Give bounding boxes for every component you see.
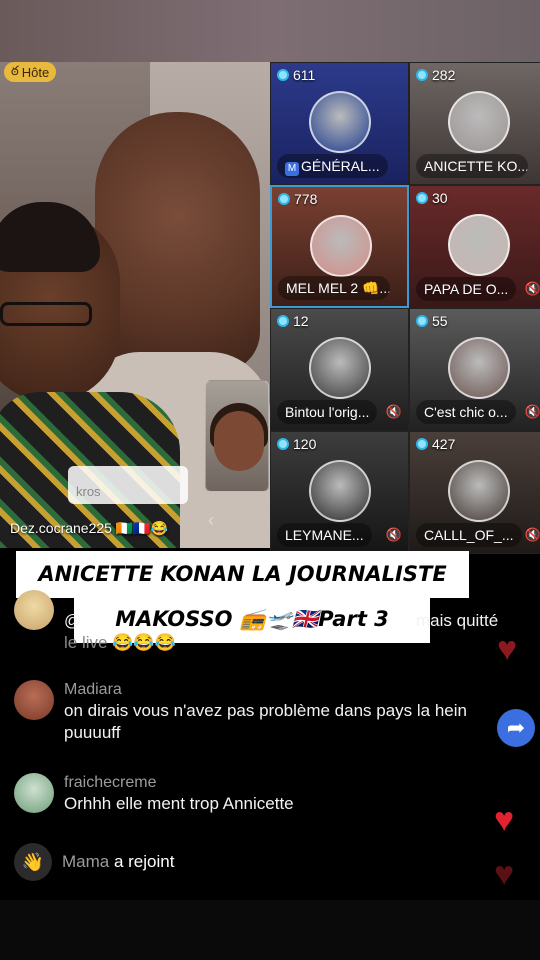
coin-icon [416,69,428,81]
viewer-count: 120 [277,436,316,452]
guest-avatar [448,91,510,153]
name-pill: kros [68,466,188,504]
heart-icon[interactable]: ♥ [494,803,514,837]
guest-name-label: PAPA DE O... [416,277,517,301]
guest-name-label: LEYMANE... [277,523,372,547]
top-bar [0,0,540,62]
pip-face [214,411,264,471]
comment-text-line2: le live 😂😂😂 [64,633,176,652]
guest-tile[interactable]: 55 C'est chic o... 🔇 [409,308,540,431]
guest-name-label: M GÉNÉRAL... [277,154,388,178]
level-badge: M [285,162,299,176]
pill-text: kros [76,484,101,499]
comment-text-end: mais quitté [416,611,499,630]
guest-avatar [448,337,510,399]
guest-avatar [309,337,371,399]
viewer-count: 282 [416,67,455,83]
guest-name: Bintou l'orig... [285,404,370,420]
mic-off-icon: 🔇 [524,527,540,542]
guest-avatar [309,91,371,153]
guest-name: MEL MEL 2 👊... [286,280,390,296]
guest-tile[interactable]: 427 CALLL_OF_... 🔇 [409,431,540,554]
guest-name: CALLL_OF_... [424,527,514,543]
guest-avatar [448,460,510,522]
guest-name: PAPA DE O... [424,281,509,297]
heart-icon[interactable]: ♥ [494,857,514,891]
comment-text: on dirais vous n'avez pas problème dans … [64,701,467,742]
guest-tile[interactable]: 282 ANICETTE KO... [409,62,540,185]
guest-tile[interactable]: 120 LEYMANE... 🔇 [270,431,409,554]
comment-item: Madiara on dirais vous n'avez pas problè… [14,680,494,744]
guest-tile[interactable]: 778 MEL MEL 2 👊... [270,185,409,308]
coin-icon [416,192,428,204]
guest-tile[interactable]: 12 Bintou l'orig... 🔇 [270,308,409,431]
guest-avatar [448,214,510,276]
guest-name: GÉNÉRAL... [301,158,380,174]
guest-name-label: ANICETTE KO... [416,154,528,178]
comment-item: fraichecreme Orhhh elle ment trop Annice… [14,773,494,815]
cohost-hair [0,202,100,272]
guest-tile[interactable]: 30 PAPA DE O... 🔇 [409,185,540,308]
guest-tile[interactable]: 611 M GÉNÉRAL... [270,62,409,185]
host-icon: ఠ [11,62,19,78]
comment-user: fraichecreme [64,774,157,791]
comment-user: Madiara [64,681,122,698]
coin-icon [416,438,428,450]
guest-name-label: Bintou l'orig... [277,400,378,424]
coin-icon [277,315,289,327]
guest-avatar [309,460,371,522]
guest-name-label: CALLL_OF_... [416,523,522,547]
viewer-count: 30 [416,190,448,206]
guest-name-label: C'est chic o... [416,400,516,424]
avatar [14,680,54,720]
avatar [14,773,54,813]
glasses [0,302,92,326]
mic-off-icon: 🔇 [385,527,402,542]
viewer-count-value: 55 [432,313,448,329]
join-notice: 👋 Mama a rejoint [14,843,174,881]
viewer-count-value: 12 [293,313,309,329]
host-badge: ఠ Hôte [4,62,57,82]
viewer-count: 427 [416,436,455,452]
coin-icon [277,438,289,450]
viewer-count-value: 611 [293,67,316,83]
guest-name: C'est chic o... [424,404,508,420]
comment-text-start: @ [64,611,82,630]
guest-name: LEYMANE... [285,527,364,543]
viewer-count: 778 [278,191,317,207]
viewer-count-value: 427 [432,436,456,452]
comment-text: Orhhh elle ment trop Annicette [64,794,294,813]
viewer-count: 12 [277,313,309,329]
mic-off-icon: 🔇 [524,404,540,419]
join-text: a rejoint [113,852,175,871]
guest-avatar [310,215,372,277]
viewer-count-value: 120 [293,436,317,452]
viewer-count-value: 30 [432,190,448,206]
bottom-bar [0,900,540,960]
guest-name-label: MEL MEL 2 👊... [278,276,390,300]
join-user: Mama [62,852,110,871]
heart-icon[interactable]: ♥ [497,632,517,666]
share-arrow-icon[interactable]: ➦ [497,709,535,747]
chevron-left-icon[interactable]: ‹ [208,510,214,531]
viewer-count-value: 282 [432,67,456,83]
pip-video[interactable] [205,380,269,492]
wave-hand-icon: 👋 [14,843,52,881]
mic-off-icon: 🔇 [524,281,540,296]
coin-icon [416,315,428,327]
comment-item: @ mais quitté le live 😂😂😂 [14,590,524,652]
host-badge-label: Hôte [21,64,50,80]
coin-icon [277,69,289,81]
mic-off-icon: 🔇 [385,404,402,419]
guest-name: ANICETTE KO... [424,158,528,174]
viewer-count: 611 [277,67,315,83]
viewer-count-value: 778 [294,191,318,207]
avatar [14,590,54,630]
coin-icon [278,193,290,205]
host-name: Dez.cocrane225 🇨🇮🇫🇷😂 [10,520,169,536]
viewer-count: 55 [416,313,448,329]
